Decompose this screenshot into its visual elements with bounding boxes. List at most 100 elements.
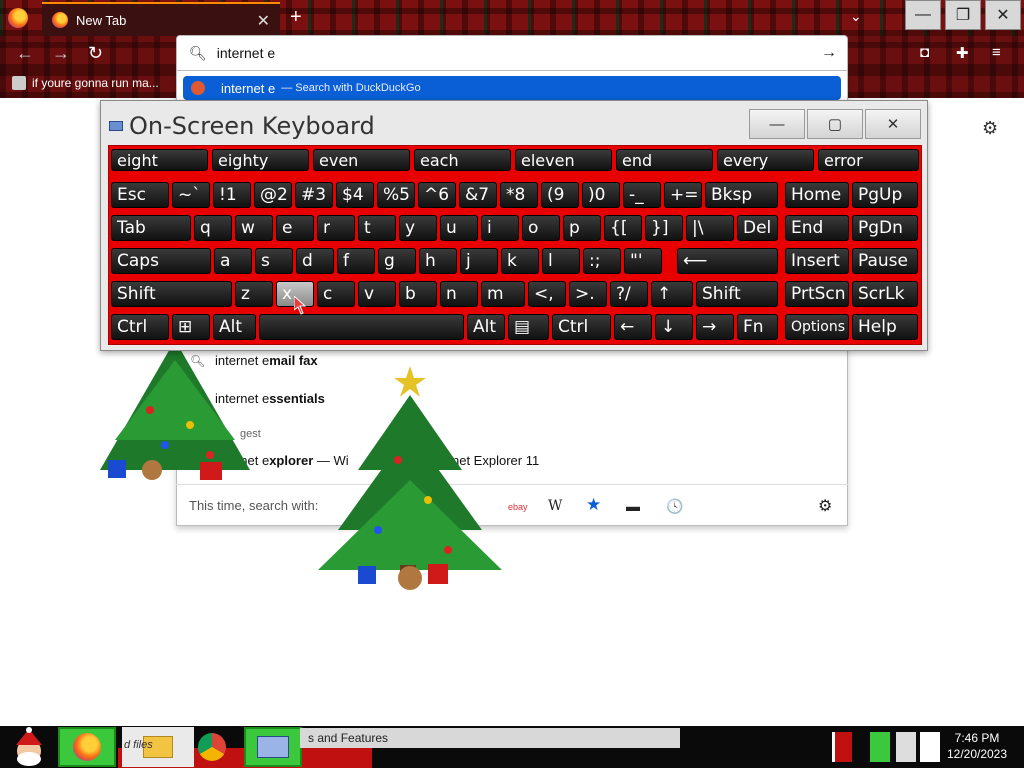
hamburger-menu-icon[interactable]: ≡ (992, 44, 1001, 61)
osk-key-v[interactable]: v (358, 281, 396, 307)
osk-key-e[interactable]: e (276, 215, 314, 241)
address-bar[interactable]: 🔍︎ → (176, 35, 848, 71)
osk-key-close-bracket[interactable]: }] (645, 215, 683, 241)
osk-key-period[interactable]: >. (569, 281, 607, 307)
osk-key-b[interactable]: b (399, 281, 437, 307)
osk-prediction-key[interactable]: eight (111, 149, 208, 171)
taskbar-firefox-button[interactable] (58, 727, 116, 767)
minimize-window-button[interactable]: — (905, 0, 941, 30)
bookmarks-star-icon[interactable]: ★ (586, 495, 601, 515)
osk-prediction-key[interactable]: every (717, 149, 814, 171)
history-clock-icon[interactable]: 🕓 (666, 498, 683, 515)
firefox-menu-icon[interactable] (8, 8, 28, 28)
osk-key-p[interactable]: p (563, 215, 601, 241)
osk-key-home[interactable]: Home (785, 182, 849, 208)
osk-prediction-key[interactable]: eleven (515, 149, 612, 171)
osk-key-k[interactable]: k (501, 248, 539, 274)
osk-key-enter[interactable]: ⟵ (677, 248, 778, 274)
restore-window-button[interactable]: ❐ (945, 0, 981, 30)
osk-key-comma[interactable]: <, (528, 281, 566, 307)
osk-key-d[interactable]: d (296, 248, 334, 274)
osk-key-esc[interactable]: Esc (111, 182, 169, 208)
osk-key-end[interactable]: End (785, 215, 849, 241)
osk-prediction-key[interactable]: each (414, 149, 511, 171)
osk-key-up-arrow[interactable]: ↑ (651, 281, 693, 307)
osk-prediction-key[interactable]: eighty (212, 149, 309, 171)
osk-key-u[interactable]: u (440, 215, 478, 241)
osk-key-a[interactable]: a (214, 248, 252, 274)
osk-key-n[interactable]: n (440, 281, 478, 307)
osk-key-down-arrow[interactable]: ↓ (655, 314, 693, 340)
osk-key-z[interactable]: z (235, 281, 273, 307)
tray-volume-icon[interactable] (920, 732, 940, 762)
osk-key-s[interactable]: s (255, 248, 293, 274)
reload-icon[interactable]: ↻ (88, 43, 103, 64)
osk-prediction-key[interactable]: error (818, 149, 919, 171)
osk-key-left-alt[interactable]: Alt (213, 314, 256, 340)
tab-close-icon[interactable]: ✕ (257, 11, 270, 31)
osk-key-tilde[interactable]: ~` (172, 182, 210, 208)
osk-key-i[interactable]: i (481, 215, 519, 241)
osk-key-left-arrow[interactable]: ← (614, 314, 652, 340)
taskbar-clock[interactable]: 7:46 PM 12/20/2023 (946, 730, 1008, 762)
osk-key-6[interactable]: ^6 (418, 182, 456, 208)
forward-arrow-icon[interactable]: → (52, 43, 70, 64)
osk-key-equals[interactable]: += (664, 182, 702, 208)
osk-key-g[interactable]: g (378, 248, 416, 274)
osk-key-t[interactable]: t (358, 215, 396, 241)
extensions-icon[interactable]: ✚ (956, 44, 969, 62)
start-button-santa-icon[interactable] (6, 727, 52, 767)
osk-key-7[interactable]: &7 (459, 182, 497, 208)
osk-key-open-bracket[interactable]: {[ (604, 215, 642, 241)
osk-key-menu-icon[interactable]: ▤ (508, 314, 549, 340)
wikipedia-engine-icon[interactable]: W (548, 498, 562, 514)
tabs-icon[interactable]: ▬ (626, 498, 640, 514)
osk-key-1[interactable]: !1 (213, 182, 251, 208)
osk-key-left-shift[interactable]: Shift (111, 281, 232, 307)
osk-prediction-key[interactable]: even (313, 149, 410, 171)
tray-flag-icon[interactable] (870, 732, 890, 762)
osk-key-minus[interactable]: -_ (623, 182, 661, 208)
osk-key-j[interactable]: j (460, 248, 498, 274)
osk-key-space[interactable] (259, 314, 464, 340)
search-suggestion-highlighted[interactable]: internet e — Search with DuckDuckGo (183, 76, 841, 100)
osk-key-o[interactable]: o (522, 215, 560, 241)
tab-new-tab[interactable]: New Tab ✕ (42, 2, 280, 36)
osk-key-5[interactable]: %5 (377, 182, 415, 208)
osk-key-9[interactable]: (9 (541, 182, 579, 208)
osk-key-y[interactable]: y (399, 215, 437, 241)
taskbar-programs-features-item[interactable]: s and Features (300, 728, 680, 748)
osk-key-windows-icon[interactable]: ⊞ (172, 314, 210, 340)
tray-red-icon[interactable] (832, 732, 852, 762)
osk-key-f[interactable]: f (337, 248, 375, 274)
osk-minimize-button[interactable]: — (749, 109, 805, 139)
osk-key-right-alt[interactable]: Alt (467, 314, 505, 340)
pocket-icon[interactable]: ◘ (920, 44, 929, 61)
osk-key-backslash[interactable]: |\ (686, 215, 734, 241)
osk-key-quote[interactable]: "' (624, 248, 662, 274)
osk-close-button[interactable]: ✕ (865, 109, 921, 139)
osk-key-q[interactable]: q (194, 215, 232, 241)
osk-key-3[interactable]: #3 (295, 182, 333, 208)
osk-key-fn[interactable]: Fn (737, 314, 778, 340)
go-arrow-icon[interactable]: → (821, 44, 837, 62)
osk-key-prtscn[interactable]: PrtScn (785, 281, 849, 307)
osk-key-2[interactable]: @2 (254, 182, 292, 208)
osk-key-r[interactable]: r (317, 215, 355, 241)
osk-key-pgup[interactable]: PgUp (852, 182, 918, 208)
osk-key-slash[interactable]: ?/ (610, 281, 648, 307)
osk-key-semicolon[interactable]: :; (583, 248, 621, 274)
osk-key-pgdn[interactable]: PgDn (852, 215, 918, 241)
tray-network-icon[interactable] (896, 732, 916, 762)
tab-list-chevron-icon[interactable]: ⌄ (850, 8, 862, 25)
osk-key-backspace[interactable]: Bksp (705, 182, 778, 208)
back-arrow-icon[interactable]: ← (16, 43, 34, 64)
osk-key-scrlk[interactable]: ScrLk (852, 281, 918, 307)
address-input[interactable] (216, 45, 797, 61)
osk-key-h[interactable]: h (419, 248, 457, 274)
osk-key-c[interactable]: c (317, 281, 355, 307)
osk-key-del[interactable]: Del (737, 215, 778, 241)
osk-key-caps[interactable]: Caps (111, 248, 211, 274)
taskbar-chrome-button[interactable] (192, 727, 232, 767)
osk-key-right-shift[interactable]: Shift (696, 281, 778, 307)
